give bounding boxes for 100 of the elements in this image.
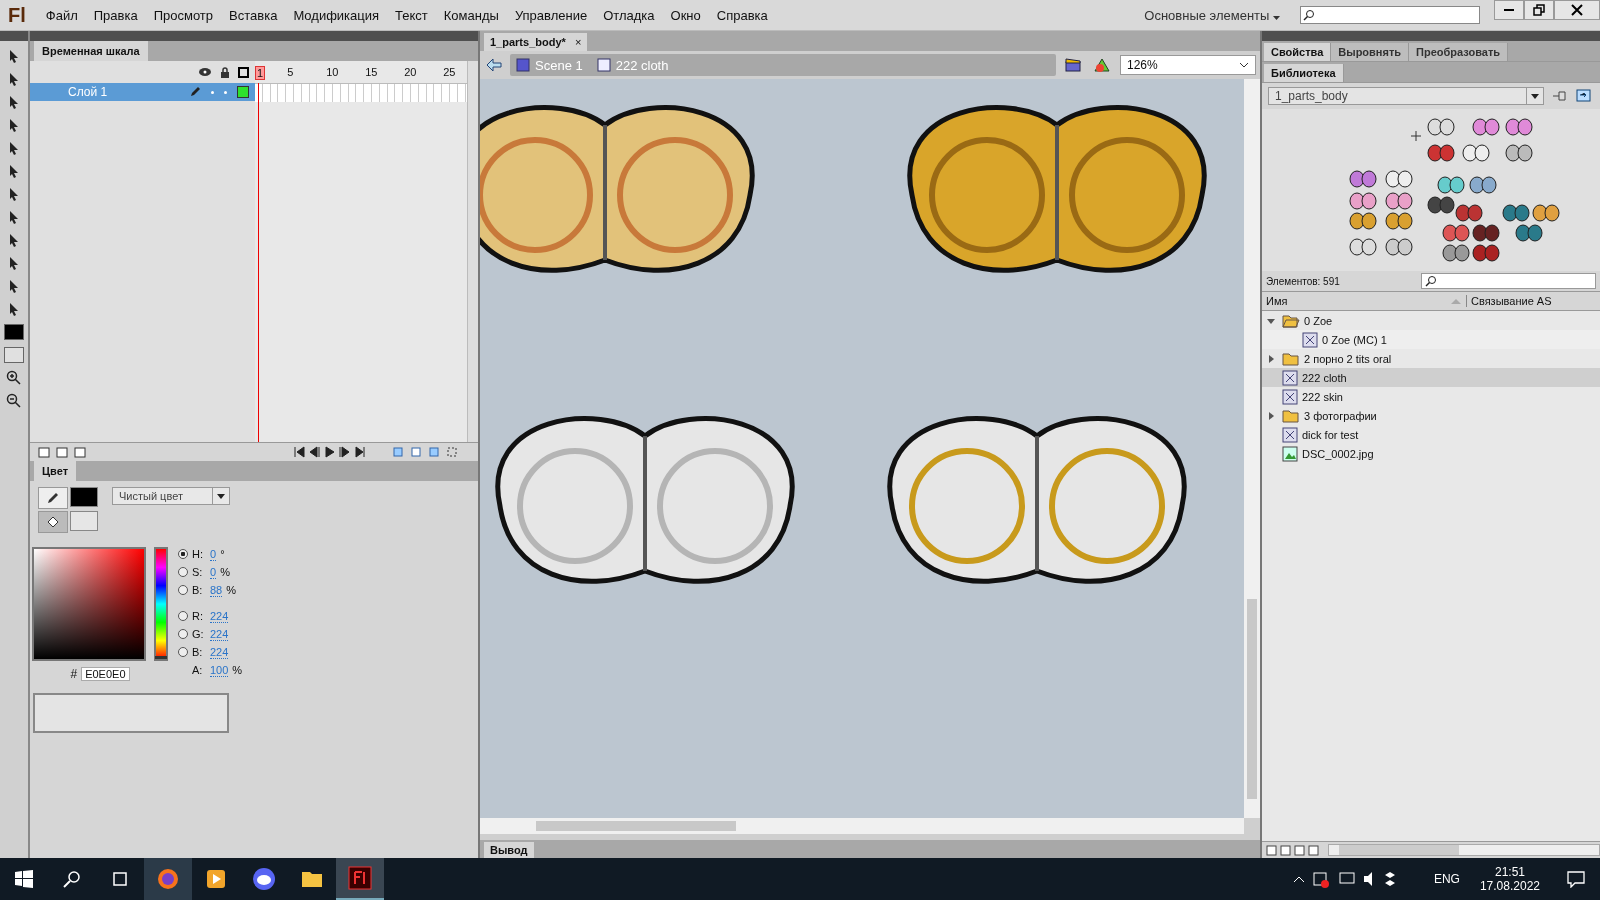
scrollbar-thumb[interactable]: [1247, 599, 1257, 799]
menu-item[interactable]: Вставка: [221, 7, 286, 23]
radio-button[interactable]: [178, 647, 188, 657]
collapsed-arrow-icon[interactable]: [1266, 353, 1276, 364]
menu-item[interactable]: Файл: [37, 7, 86, 23]
stage-canvas[interactable]: [480, 79, 1244, 818]
fill-tool-button[interactable]: [38, 511, 68, 533]
language-indicator[interactable]: ENG: [1433, 872, 1460, 886]
workspace-dropdown[interactable]: Основные элементы: [1138, 6, 1286, 24]
panel-tab[interactable]: Цвет: [34, 461, 76, 481]
menu-item[interactable]: Управление: [506, 7, 596, 23]
color-picker-field[interactable]: [32, 547, 146, 661]
library-tool-icon[interactable]: [1294, 844, 1305, 856]
menu-item[interactable]: Просмотр: [145, 7, 222, 23]
lock-icon[interactable]: [220, 66, 230, 78]
hex-label: #: [70, 667, 78, 681]
menu-item[interactable]: Окно: [662, 7, 709, 23]
collapsed-arrow-icon[interactable]: [1266, 410, 1276, 421]
field-label: A:: [192, 664, 204, 676]
radio-button[interactable]: [178, 549, 188, 559]
vertical-scrollbar[interactable]: [1244, 79, 1260, 818]
library-item[interactable]: 0 Zoe: [1262, 311, 1600, 330]
library-tool-icon[interactable]: [1308, 844, 1319, 856]
unit-label: %: [226, 584, 237, 596]
library-tool-icon[interactable]: [1280, 844, 1291, 856]
radio-button[interactable]: [178, 585, 188, 595]
library-item[interactable]: dick for test: [1262, 425, 1600, 444]
windows-start-icon[interactable]: [15, 870, 33, 888]
field-label: B:: [192, 646, 204, 658]
menu-item[interactable]: Правка: [85, 7, 146, 23]
caret-icon: [1273, 15, 1280, 20]
zoom-in-icon[interactable]: [6, 370, 22, 386]
stroke-tool-button[interactable]: [38, 487, 68, 509]
panel-tab[interactable]: Временная шкала: [34, 41, 148, 61]
radio-button[interactable]: [178, 567, 188, 577]
layer-outline-swatch[interactable]: [237, 86, 249, 98]
layer-tool-icon[interactable]: [74, 446, 86, 458]
menu-item[interactable]: Отладка: [595, 7, 663, 23]
search-field[interactable]: [1421, 273, 1596, 289]
search-icon[interactable]: [63, 870, 81, 888]
stroke-color-swatch[interactable]: [4, 324, 24, 340]
horizontal-scrollbar[interactable]: [480, 818, 1244, 834]
library-item[interactable]: 3 фотографии: [1262, 406, 1600, 425]
menu-item[interactable]: Справка: [708, 7, 776, 23]
browser-taskbar-icon[interactable]: [144, 858, 192, 900]
fill-type-dropdown[interactable]: Чистый цвет: [112, 487, 230, 505]
notification-icon[interactable]: [1567, 870, 1585, 888]
back-arrow-icon[interactable]: [486, 58, 502, 72]
library-item[interactable]: 222 cloth: [1262, 368, 1600, 387]
restore-button[interactable]: [1524, 0, 1554, 20]
menu-item[interactable]: Команды: [435, 7, 507, 23]
panel-tab[interactable]: Библиотека: [1264, 64, 1344, 82]
fill-color-swatch[interactable]: [70, 511, 98, 531]
zoom-dropdown[interactable]: 126%: [1120, 55, 1256, 75]
chevron-icon: [1239, 62, 1249, 68]
column-header[interactable]: Связывание AS: [1466, 295, 1552, 307]
panel-tab[interactable]: Вывод: [484, 842, 534, 858]
vertical-scrollbar[interactable]: [467, 61, 478, 442]
close-button[interactable]: [1554, 0, 1600, 20]
panel-tab[interactable]: Выровнять: [1331, 43, 1410, 61]
clock-date[interactable]: 17.08.2022: [1479, 879, 1540, 893]
library-tool-icon[interactable]: [1266, 844, 1277, 856]
frame-cells[interactable]: [255, 84, 467, 102]
document-tab[interactable]: 1_parts_body* ×: [484, 33, 588, 51]
zoom-out-icon[interactable]: [6, 393, 22, 409]
hue-slider[interactable]: [154, 547, 168, 661]
pin-icon[interactable]: [1552, 89, 1568, 103]
hex-input[interactable]: E0E0E0: [81, 667, 130, 681]
radio-button[interactable]: [178, 629, 188, 639]
close-icon: [1571, 4, 1583, 16]
minimize-button[interactable]: [1494, 0, 1524, 20]
task-view-icon[interactable]: [111, 870, 129, 888]
slider-thumb[interactable]: [155, 656, 167, 659]
library-dropdown[interactable]: 1_parts_body: [1268, 87, 1544, 105]
library-item[interactable]: DSC_0002.jpg: [1262, 444, 1600, 463]
animation-app-taskbar-icon[interactable]: [336, 858, 384, 900]
close-tab-button[interactable]: ×: [574, 36, 582, 48]
menu-item[interactable]: Текст: [387, 7, 436, 23]
panel-header-bar: [0, 31, 28, 41]
menu-item[interactable]: Модификация: [285, 7, 388, 23]
outline-icon[interactable]: [238, 66, 249, 78]
radio-button[interactable]: [178, 611, 188, 621]
search-field[interactable]: [1300, 6, 1480, 24]
library-item[interactable]: 222 skin: [1262, 387, 1600, 406]
new-library-icon[interactable]: [1576, 89, 1592, 103]
layer-tool-icon[interactable]: [56, 446, 68, 458]
fill-color-swatch[interactable]: [4, 347, 24, 363]
layer-tool-icon[interactable]: [38, 446, 50, 458]
library-item[interactable]: 2 порно 2 tits oral: [1262, 349, 1600, 368]
scrollbar-thumb[interactable]: [536, 821, 736, 831]
stroke-color-swatch[interactable]: [70, 487, 98, 507]
panel-tab[interactable]: Преобразовать: [1409, 43, 1509, 61]
shapes-icon[interactable]: [1092, 57, 1112, 73]
column-header[interactable]: Имя: [1266, 295, 1446, 307]
scrollbar-thumb[interactable]: [1339, 845, 1459, 855]
panel-tab[interactable]: Свойства: [1264, 43, 1332, 61]
eye-icon[interactable]: [198, 67, 212, 77]
clock-time[interactable]: 21:51: [1494, 865, 1525, 879]
library-item[interactable]: 0 Zoe (MC) 1: [1262, 330, 1600, 349]
horizontal-scrollbar[interactable]: [1328, 844, 1600, 856]
